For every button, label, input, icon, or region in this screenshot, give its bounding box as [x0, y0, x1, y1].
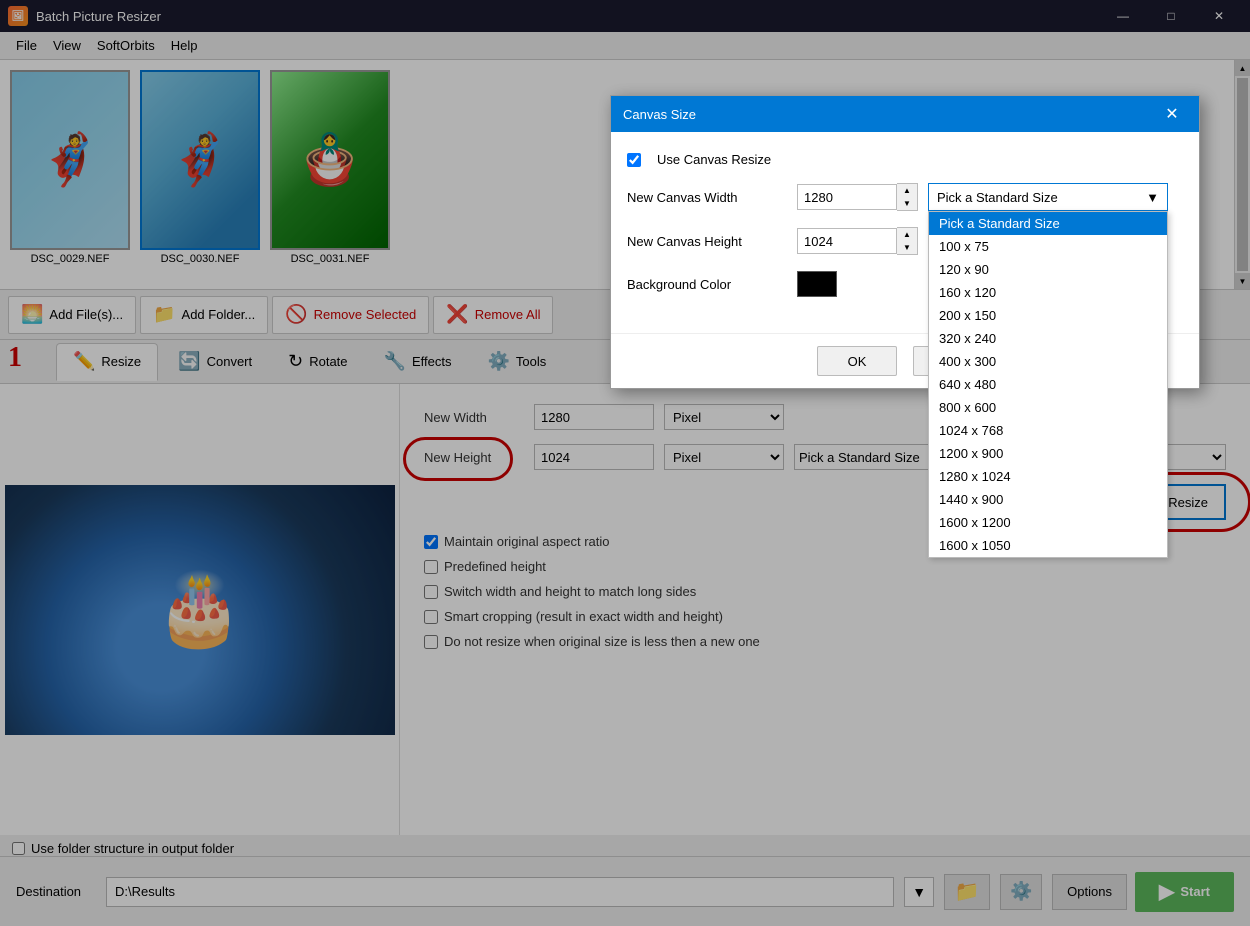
bg-color-label: Background Color: [627, 277, 787, 292]
dropdown-item-6[interactable]: 400 x 300: [929, 350, 1167, 373]
canvas-height-label: New Canvas Height: [627, 234, 787, 249]
modal-header: Canvas Size ✕: [611, 96, 1199, 132]
canvas-height-input-group: ▲ ▼: [797, 227, 918, 255]
use-canvas-checkbox[interactable]: [627, 153, 641, 167]
canvas-width-row: New Canvas Width ▲ ▼ Pick a Standard Siz…: [627, 183, 1183, 211]
dropdown-item-5[interactable]: 320 x 240: [929, 327, 1167, 350]
canvas-height-spinner: ▲ ▼: [897, 227, 918, 255]
dropdown-item-0[interactable]: Pick a Standard Size: [929, 212, 1167, 235]
dropdown-item-4[interactable]: 200 x 150: [929, 304, 1167, 327]
canvas-dropdown-container: Pick a Standard Size ▼ Pick a Standard S…: [928, 183, 1168, 211]
dropdown-item-14[interactable]: 1600 x 1050: [929, 534, 1167, 557]
canvas-dropdown-arrow: ▼: [1146, 190, 1159, 205]
modal-title: Canvas Size: [623, 107, 1157, 122]
canvas-width-label: New Canvas Width: [627, 190, 787, 205]
dropdown-item-9[interactable]: 1024 x 768: [929, 419, 1167, 442]
modal-close-button[interactable]: ✕: [1157, 99, 1187, 129]
dropdown-item-3[interactable]: 160 x 120: [929, 281, 1167, 304]
use-canvas-row: Use Canvas Resize: [627, 152, 1183, 167]
dropdown-item-12[interactable]: 1440 x 900: [929, 488, 1167, 511]
dropdown-item-2[interactable]: 120 x 90: [929, 258, 1167, 281]
dropdown-item-8[interactable]: 800 x 600: [929, 396, 1167, 419]
bg-color-picker[interactable]: [797, 271, 837, 297]
dropdown-item-10[interactable]: 1200 x 900: [929, 442, 1167, 465]
canvas-dropdown-label: Pick a Standard Size: [937, 190, 1058, 205]
canvas-dropdown-button[interactable]: Pick a Standard Size ▼: [928, 183, 1168, 211]
canvas-height-input[interactable]: [797, 228, 897, 254]
dropdown-item-11[interactable]: 1280 x 1024: [929, 465, 1167, 488]
modal-body: Use Canvas Resize New Canvas Width ▲ ▼ P…: [611, 132, 1199, 333]
canvas-height-up-btn[interactable]: ▲: [897, 228, 917, 241]
canvas-width-input[interactable]: [797, 184, 897, 210]
dropdown-item-1[interactable]: 100 x 75: [929, 235, 1167, 258]
dropdown-item-7[interactable]: 640 x 480: [929, 373, 1167, 396]
canvas-width-up-btn[interactable]: ▲: [897, 184, 917, 197]
canvas-height-down-btn[interactable]: ▼: [897, 241, 917, 254]
dropdown-item-13[interactable]: 1600 x 1200: [929, 511, 1167, 534]
canvas-dropdown-list: Pick a Standard Size 100 x 75 120 x 90 1…: [928, 211, 1168, 558]
modal-ok-button[interactable]: OK: [817, 346, 897, 376]
canvas-width-down-btn[interactable]: ▼: [897, 197, 917, 210]
canvas-width-spinner: ▲ ▼: [897, 183, 918, 211]
canvas-size-dialog: Canvas Size ✕ Use Canvas Resize New Canv…: [610, 95, 1200, 389]
use-canvas-checkbox-label: Use Canvas Resize: [657, 152, 771, 167]
canvas-width-input-group: ▲ ▼: [797, 183, 918, 211]
